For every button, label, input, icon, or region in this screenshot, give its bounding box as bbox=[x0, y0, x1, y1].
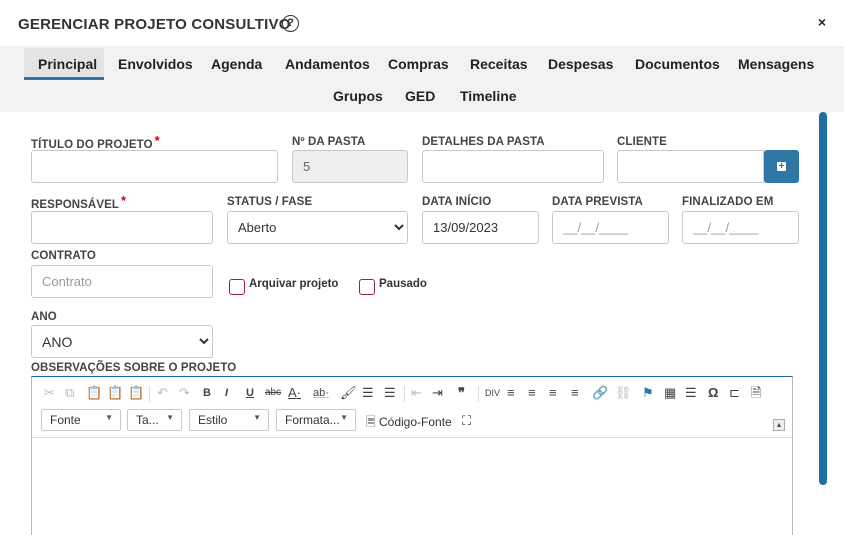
cut-icon[interactable]: ✂ bbox=[44, 386, 55, 400]
underline-icon[interactable]: U bbox=[246, 386, 254, 400]
tab-grupos[interactable]: Grupos bbox=[333, 88, 383, 104]
dropdown-arrow-icon: ▼ bbox=[105, 413, 113, 422]
justify-icon[interactable]: ≡ bbox=[571, 386, 579, 400]
outdent-icon[interactable]: ⇤ bbox=[411, 386, 422, 400]
data-inicio-label: DATA INÍCIO bbox=[422, 196, 492, 208]
n-pasta-label: Nº DA PASTA bbox=[292, 136, 366, 148]
modal-header: GERENCIAR PROJETO CONSULTIVO ? × bbox=[0, 0, 844, 46]
toolbar-divider bbox=[149, 386, 150, 402]
indent-icon[interactable]: ⇥ bbox=[432, 386, 443, 400]
n-pasta-input bbox=[292, 150, 408, 183]
source-icon: 🗏 bbox=[366, 415, 376, 429]
tab-andamentos[interactable]: Andamentos bbox=[285, 56, 370, 72]
copy-icon[interactable]: ⧉ bbox=[65, 386, 74, 400]
pausado-label: Pausado bbox=[379, 278, 427, 290]
toolbar-divider bbox=[478, 386, 479, 402]
rich-text-editor: ✂ ⧉ 📋 📋 📋 ↶ ↷ B I U abc A· ab· 🖌 ☰ ☰ ⇤ ⇥… bbox=[31, 376, 793, 535]
pausado-checkbox[interactable] bbox=[359, 279, 375, 295]
page-break-icon[interactable]: ⊏ bbox=[729, 386, 740, 400]
special-char-icon[interactable]: Ω bbox=[708, 386, 718, 400]
editor-toolbar: ✂ ⧉ 📋 📋 📋 ↶ ↷ B I U abc A· ab· 🖌 ☰ ☰ ⇤ ⇥… bbox=[32, 377, 792, 411]
detalhes-pasta-label: DETALHES DA PASTA bbox=[422, 136, 545, 148]
editor-content-area[interactable] bbox=[32, 437, 792, 535]
highlight-icon[interactable]: ab· bbox=[313, 386, 329, 400]
responsavel-label: RESPONSÁVEL * bbox=[31, 193, 127, 211]
arquivar-label: Arquivar projeto bbox=[249, 278, 339, 290]
plus-icon: + bbox=[777, 161, 786, 172]
modal-title: GERENCIAR PROJETO CONSULTIVO bbox=[18, 16, 291, 33]
tab-timeline[interactable]: Timeline bbox=[460, 88, 517, 104]
align-center-icon[interactable]: ≡ bbox=[528, 386, 536, 400]
help-circle-icon[interactable]: ? bbox=[282, 15, 299, 32]
table-icon[interactable]: ▦ bbox=[664, 386, 676, 400]
bold-icon[interactable]: B bbox=[203, 386, 211, 400]
contrato-input[interactable] bbox=[31, 265, 213, 298]
div-icon[interactable]: DIV bbox=[485, 386, 500, 400]
text-color-icon[interactable]: A· bbox=[288, 386, 301, 400]
data-prevista-input[interactable] bbox=[552, 211, 669, 244]
arquivar-checkbox[interactable] bbox=[229, 279, 245, 295]
detalhes-pasta-input[interactable] bbox=[422, 150, 604, 183]
paste-text-icon[interactable]: 📋 bbox=[107, 386, 123, 400]
tab-despesas[interactable]: Despesas bbox=[548, 56, 613, 72]
undo-icon[interactable]: ↶ bbox=[157, 386, 168, 400]
strikethrough-icon[interactable]: abc bbox=[265, 386, 281, 400]
format-painter-icon[interactable]: 🖌 bbox=[340, 386, 357, 400]
dropdown-arrow-icon: ▼ bbox=[253, 413, 261, 422]
blockquote-icon[interactable]: ❞ bbox=[458, 386, 465, 400]
size-combo[interactable]: Ta... ▼ bbox=[127, 409, 182, 431]
dropdown-arrow-icon: ▼ bbox=[166, 413, 174, 422]
finalizado-em-label: FINALIZADO EM bbox=[682, 196, 774, 208]
collapse-toolbar-icon[interactable]: ▴ bbox=[773, 419, 785, 431]
align-left-icon[interactable]: ≡ bbox=[507, 386, 515, 400]
ano-label: ANO bbox=[31, 311, 57, 323]
responsavel-input[interactable] bbox=[31, 211, 213, 244]
anchor-flag-icon[interactable]: ⚑ bbox=[642, 386, 654, 400]
titulo-input[interactable] bbox=[31, 150, 278, 183]
status-select[interactable]: Aberto bbox=[227, 211, 408, 244]
scrollbar[interactable] bbox=[819, 112, 827, 485]
finalizado-em-input[interactable] bbox=[682, 211, 799, 244]
bullet-list-icon[interactable]: ☰ bbox=[384, 386, 396, 400]
add-client-button[interactable]: + bbox=[764, 150, 799, 183]
align-right-icon[interactable]: ≡ bbox=[549, 386, 557, 400]
tab-bar: Principal Envolvidos Agenda Andamentos C… bbox=[0, 46, 844, 112]
unlink-icon[interactable]: ⛓ bbox=[615, 386, 632, 400]
numbered-list-icon[interactable]: ☰ bbox=[362, 386, 374, 400]
tab-compras[interactable]: Compras bbox=[388, 56, 449, 72]
toolbar-divider bbox=[404, 386, 405, 402]
style-combo[interactable]: Estilo ▼ bbox=[189, 409, 269, 431]
paste-icon[interactable]: 📋 bbox=[86, 386, 102, 400]
dropdown-arrow-icon: ▼ bbox=[340, 413, 348, 422]
data-prevista-label: DATA PREVISTA bbox=[552, 196, 643, 208]
observacoes-label: OBSERVAÇÕES SOBRE O PROJETO bbox=[31, 362, 237, 374]
status-label: STATUS / FASE bbox=[227, 196, 313, 208]
manage-project-modal: GERENCIAR PROJETO CONSULTIVO ? × Princip… bbox=[0, 0, 844, 535]
tab-agenda[interactable]: Agenda bbox=[211, 56, 262, 72]
paste-word-icon[interactable]: 📋 bbox=[128, 386, 144, 400]
horizontal-rule-icon[interactable]: ☰ bbox=[685, 386, 697, 400]
cliente-label: CLIENTE bbox=[617, 136, 667, 148]
tab-mensagens[interactable]: Mensagens bbox=[738, 56, 814, 72]
data-inicio-input[interactable] bbox=[422, 211, 539, 244]
titulo-label: TÍTULO DO PROJETO * bbox=[31, 133, 160, 151]
link-icon[interactable]: 🔗 bbox=[592, 386, 608, 400]
preview-icon[interactable]: 🗎 bbox=[751, 386, 761, 400]
maximize-icon[interactable]: ⛶ bbox=[462, 413, 471, 429]
close-icon[interactable]: × bbox=[818, 14, 826, 30]
source-code-button[interactable]: 🗏 Código-Fonte bbox=[366, 413, 452, 434]
tab-ged[interactable]: GED bbox=[405, 88, 435, 104]
ano-select[interactable]: ANO bbox=[31, 325, 213, 358]
tab-envolvidos[interactable]: Envolvidos bbox=[118, 56, 193, 72]
tab-documentos[interactable]: Documentos bbox=[635, 56, 720, 72]
tab-principal[interactable]: Principal bbox=[24, 48, 104, 80]
contrato-label: CONTRATO bbox=[31, 250, 96, 262]
italic-icon[interactable]: I bbox=[225, 386, 228, 400]
tab-receitas[interactable]: Receitas bbox=[470, 56, 528, 72]
format-combo[interactable]: Formata... ▼ bbox=[276, 409, 356, 431]
redo-icon[interactable]: ↷ bbox=[179, 386, 190, 400]
font-combo[interactable]: Fonte ▼ bbox=[41, 409, 121, 431]
cliente-input[interactable] bbox=[617, 150, 764, 183]
